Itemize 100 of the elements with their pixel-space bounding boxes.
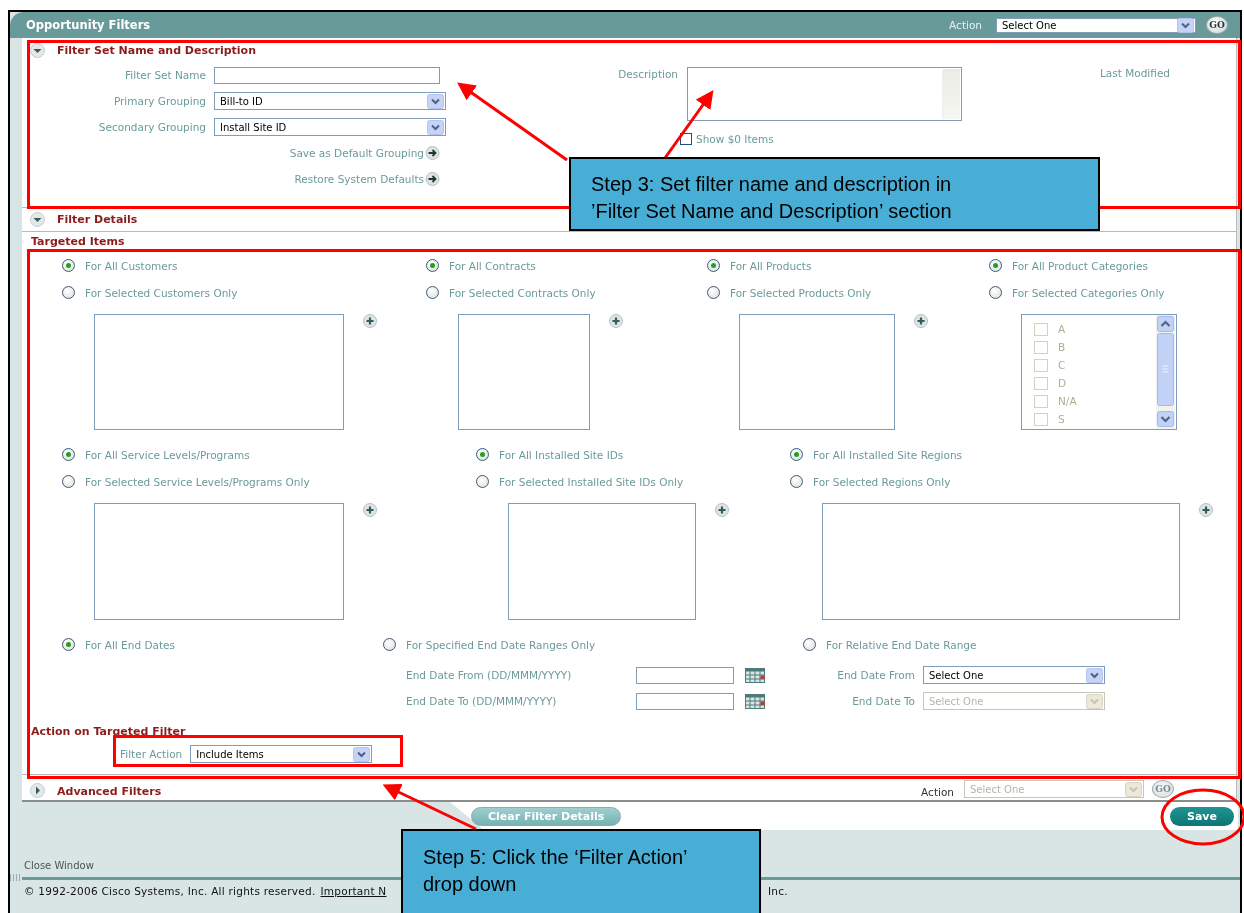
subsection-title: Action on Targeted Filter (30, 724, 187, 740)
checklist-box[interactable]: A B C D N/A S (1021, 314, 1177, 430)
checkbox-option[interactable]: N/A (1034, 392, 1176, 410)
radio-icon[interactable] (476, 475, 489, 488)
add-icon[interactable] (609, 314, 623, 328)
add-icon[interactable] (363, 314, 377, 328)
radio-icon[interactable] (62, 286, 75, 299)
radio-option[interactable]: For Selected Products Only (707, 279, 872, 306)
action-label: Action (949, 19, 982, 31)
date-field[interactable] (636, 666, 734, 684)
window-title: Opportunity Filters (26, 18, 151, 32)
radio-icon[interactable] (62, 475, 75, 488)
caret-icon (427, 93, 444, 109)
link[interactable]: Important N (320, 885, 387, 897)
triangle-down-icon[interactable] (30, 212, 45, 227)
radio-icon[interactable] (989, 259, 1002, 272)
radio-icon[interactable] (383, 638, 396, 651)
field-label: End Date To (851, 695, 915, 707)
radio-icon[interactable] (803, 638, 816, 651)
radio-option[interactable]: For All Contracts (426, 252, 536, 279)
calendar-icon[interactable] (745, 667, 765, 683)
dropdown[interactable]: Include Items (190, 745, 373, 763)
checkbox-option[interactable]: B (1034, 338, 1176, 356)
radio-option[interactable]: For All Customers (62, 252, 178, 279)
scrollbar[interactable] (1156, 315, 1175, 429)
caret-icon (353, 746, 371, 762)
section-title: Filter Details (57, 213, 138, 226)
radio-option[interactable]: For Selected Contracts Only (426, 279, 596, 306)
arrow-right-icon[interactable] (425, 172, 440, 186)
checkbox-option[interactable]: A (1034, 320, 1176, 338)
radio-icon[interactable] (62, 259, 75, 272)
list-box[interactable] (822, 503, 1180, 620)
radio-icon[interactable] (989, 286, 1002, 299)
copyright-text: © 1992-2006 Cisco Systems, Inc. All rights reserved. (24, 885, 316, 897)
triangle-right-icon[interactable] (30, 783, 45, 798)
dropdown[interactable]: Select One (996, 17, 1196, 33)
radio-icon[interactable] (62, 638, 75, 651)
radio-option[interactable]: For Selected Customers Only (62, 279, 238, 306)
dropdown[interactable]: Select One (923, 666, 1105, 684)
go-button[interactable]: GO (1206, 16, 1228, 34)
caret-icon (1086, 693, 1103, 709)
dropdown[interactable]: Install Site ID (214, 118, 446, 136)
link[interactable]: Save as Default Grouping (289, 147, 424, 159)
add-icon[interactable] (914, 314, 928, 328)
add-icon[interactable] (363, 503, 377, 517)
radio-option[interactable]: For Selected Categories Only (989, 279, 1165, 306)
radio-icon[interactable] (62, 448, 75, 461)
list-box[interactable] (508, 503, 696, 620)
date-field[interactable] (636, 692, 734, 710)
radio-icon[interactable] (707, 259, 720, 272)
list-box[interactable] (458, 314, 590, 430)
copyright-text: Inc. (768, 885, 789, 897)
close-window-link[interactable]: Close Window (24, 860, 94, 875)
radio-option[interactable]: For Relative End Date Range (803, 631, 977, 658)
section-title: Advanced Filters (57, 785, 162, 798)
field-label: End Date To (DD/MMM/YYYY) (406, 695, 558, 707)
radio-option[interactable]: For Specified End Date Ranges Only (383, 631, 596, 658)
arrow-right-icon[interactable] (425, 146, 440, 160)
field-label: Filter Set Name (124, 69, 206, 81)
field-label: Primary Grouping (112, 95, 206, 107)
add-icon[interactable] (715, 503, 729, 517)
list-box[interactable] (739, 314, 895, 430)
radio-option[interactable]: For Selected Installed Site IDs Only (476, 468, 684, 495)
radio-icon[interactable] (790, 448, 803, 461)
radio-option[interactable]: For All Installed Site Regions (790, 441, 963, 468)
triangle-down-icon[interactable] (30, 42, 45, 58)
list-box[interactable] (94, 314, 344, 430)
field-label: Secondary Grouping (97, 121, 206, 133)
scrollbar[interactable] (942, 69, 960, 119)
checkbox-option[interactable]: D (1034, 374, 1176, 392)
checkbox-option[interactable]: C (1034, 356, 1176, 374)
radio-option[interactable]: For All Product Categories (989, 252, 1148, 279)
link[interactable]: Restore System Defaults (294, 173, 424, 185)
radio-option[interactable]: For All End Dates (62, 631, 175, 658)
field-label: End Date From (DD/MMM/YYYY) (406, 669, 573, 681)
action-label: Action (921, 786, 954, 798)
radio-icon[interactable] (790, 475, 803, 488)
field-label: End Date From (836, 669, 915, 681)
radio-icon[interactable] (426, 259, 439, 272)
radio-icon[interactable] (426, 286, 439, 299)
description-field[interactable] (687, 67, 962, 121)
field-label: Description (617, 68, 678, 82)
callout-note: Step 3: Set filter name and description in ’Filter Set Name and Description’ section (569, 157, 1100, 231)
radio-option[interactable]: For All Products (707, 252, 812, 279)
checkbox-option[interactable]: Show $0 Items (680, 133, 962, 145)
filter-name-field[interactable] (214, 66, 440, 84)
field-label: Last Modified (1100, 67, 1170, 79)
caret-icon (1125, 781, 1142, 797)
radio-option[interactable]: For All Installed Site IDs (476, 441, 624, 468)
list-box[interactable] (94, 503, 344, 620)
calendar-icon[interactable] (745, 693, 765, 709)
checkbox-option[interactable]: S (1034, 410, 1176, 428)
radio-icon[interactable] (476, 448, 489, 461)
radio-icon[interactable] (707, 286, 720, 299)
caret-icon (427, 119, 444, 135)
add-icon[interactable] (1199, 503, 1213, 517)
radio-option[interactable]: For Selected Regions Only (790, 468, 951, 495)
radio-option[interactable]: For Selected Service Levels/Programs Only (62, 468, 310, 495)
radio-option[interactable]: For All Service Levels/Programs (62, 441, 250, 468)
dropdown[interactable]: Bill-to ID (214, 92, 446, 110)
